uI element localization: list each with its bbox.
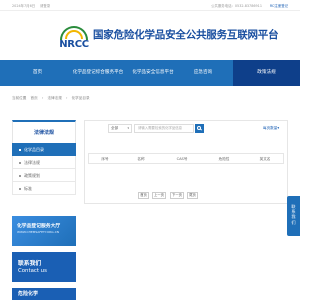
logo-text: NRCC (59, 39, 89, 50)
sidebar-item-label: 法律法规 (24, 160, 40, 165)
search-input[interactable]: 请输入需要检索的化学品信息 (134, 124, 194, 133)
breadcrumb-home[interactable]: 首页 (31, 96, 38, 100)
col-header-english: 英文名 (259, 157, 271, 161)
breadcrumb-label: 当前位置 (12, 96, 27, 100)
third-banner-title: 危险化学 (18, 291, 39, 297)
sidebar-title: 法律法规 (12, 120, 76, 143)
sidebar: 法律法规 化学品目录 法律法规 政策规划 标准 (12, 120, 76, 195)
breadcrumb: 当前位置 首页 › 法律法规 › 化学品目录 (12, 96, 90, 100)
sidebar-item-catalog[interactable]: 化学品目录 (12, 143, 76, 156)
table-header: 序号 名称 CAS号 危险性 英文名 (88, 153, 284, 164)
pager-prev[interactable]: 上一页 (152, 192, 166, 199)
date-text: 2024年7月6日 (12, 4, 36, 8)
col-header-hazard: 危险性 (218, 157, 230, 161)
floating-contact-label: 联系我们 (291, 204, 296, 225)
third-banner[interactable]: 危险化学 (12, 288, 76, 300)
site-title: 国家危险化学品安全公共服务互联网平台 (93, 29, 279, 41)
contact-title-en: Contact us (18, 268, 47, 274)
banner-title: 化学品登记服务大厅 (17, 224, 61, 229)
col-header-index: 序号 (101, 157, 109, 161)
hotline-text: 公共服务电话：0532-83786911 (211, 4, 262, 8)
floating-contact-tab[interactable]: 联系我们 (287, 196, 300, 236)
breadcrumb-law[interactable]: 法律法规 (47, 96, 61, 100)
search-button[interactable] (195, 124, 204, 133)
contact-us-banner[interactable]: 联系我们 Contact us (12, 252, 76, 282)
registration-hall-banner[interactable]: 化学品登记服务大厅 WWW.CHEMSAFETY.ORG.CN (12, 216, 76, 246)
col-header-name: 名称 (137, 157, 145, 161)
sidebar-item-label: 化学品目录 (24, 147, 44, 152)
nav-item-emergency[interactable]: 应急咨询 (178, 60, 228, 86)
site-header: NRCC 国家危险化学品安全公共服务互联网平台 (0, 11, 300, 60)
bullet-icon (19, 188, 21, 190)
breadcrumb-current: 化学品目录 (71, 96, 90, 100)
nrcc-logo[interactable]: NRCC (58, 26, 90, 54)
page-size-select[interactable]: 每页数量▾ (263, 126, 279, 131)
sidebar-item-policy[interactable]: 政策规划 (12, 169, 76, 182)
pager-last[interactable]: 尾页 (187, 192, 198, 199)
sidebar-item-label: 标准 (24, 186, 32, 191)
login-link[interactable]: 请登录 (40, 3, 50, 8)
rc-register-link[interactable]: RC注册登记 (270, 3, 288, 8)
sidebar-item-label: 政策规划 (24, 173, 40, 178)
contact-title-cn: 联系我们 (18, 261, 42, 267)
sidebar-item-laws[interactable]: 法律法规 (12, 156, 76, 169)
bullet-icon (19, 162, 21, 164)
chevron-down-icon: ▾ (127, 126, 129, 130)
select-value: 全部 (111, 126, 119, 130)
bullet-icon (19, 149, 21, 151)
main-nav: 首页 化学品登记综合服务平台 化学品安全信息平台 应急咨询 政策法规 (0, 60, 300, 86)
top-bar: 2024年7月6日 请登录 公共服务电话：0532-83786911 RC注册登… (0, 0, 300, 11)
col-header-cas: CAS号 (176, 157, 188, 161)
search-category-select[interactable]: 全部 ▾ (108, 124, 132, 133)
pager-next[interactable]: 下一页 (170, 192, 184, 199)
search-icon-handle (200, 128, 203, 131)
bullet-icon (19, 175, 21, 177)
nav-item-policy[interactable]: 政策法规 (233, 60, 300, 86)
sidebar-item-standards[interactable]: 标准 (12, 182, 76, 195)
banner-subtitle: WWW.CHEMSAFETY.ORG.CN (17, 230, 60, 234)
pager-first[interactable]: 首页 (138, 192, 149, 199)
